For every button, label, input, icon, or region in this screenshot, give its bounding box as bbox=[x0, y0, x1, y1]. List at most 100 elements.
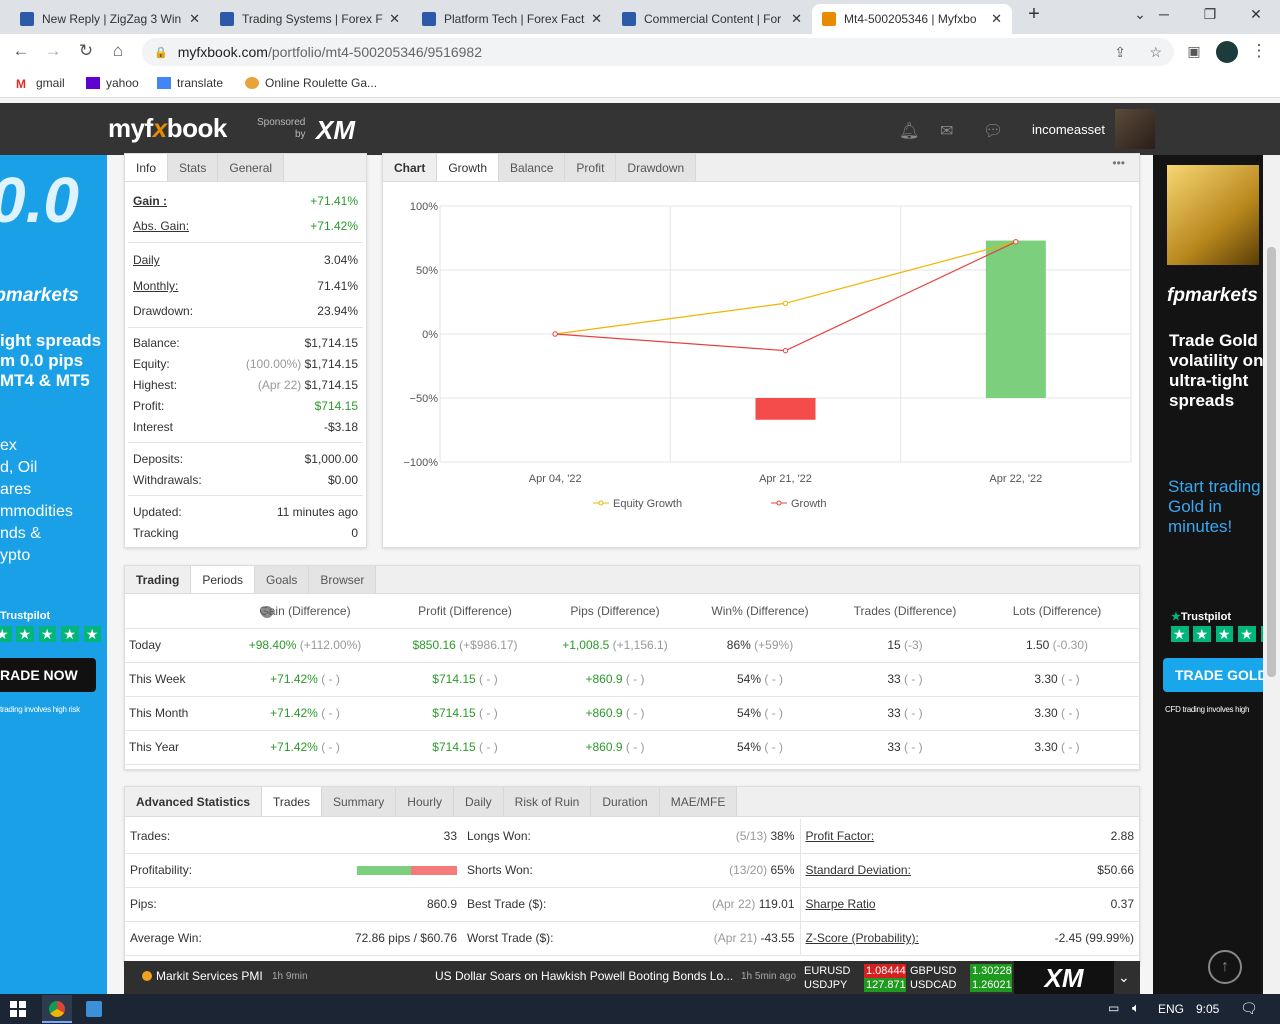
xm-logo[interactable]: XM bbox=[1014, 961, 1114, 995]
divider bbox=[128, 495, 363, 496]
browser-tab-active[interactable]: Mt4-500205346 | Myfxbo ✕ bbox=[812, 4, 1012, 34]
tab-info[interactable]: Info bbox=[125, 154, 169, 181]
language-indicator[interactable]: ENG bbox=[1158, 1002, 1184, 1016]
tab-browser[interactable]: Browser bbox=[309, 566, 377, 593]
chevron-down-icon[interactable]: ⌄ bbox=[1118, 969, 1130, 986]
close-icon[interactable]: ✕ bbox=[791, 11, 802, 27]
myfxbook-logo[interactable]: myfxbook bbox=[108, 113, 227, 144]
balance-label: Balance: bbox=[133, 335, 180, 350]
browser-tab[interactable]: Trading Systems | Forex Fa ✕ bbox=[210, 4, 410, 34]
trade-gold-button[interactable]: TRADE GOLD bbox=[1163, 658, 1263, 692]
close-icon[interactable]: ✕ bbox=[389, 11, 400, 27]
bookmark-star-icon[interactable]: ☆ bbox=[1149, 44, 1162, 61]
tab-general[interactable]: General bbox=[218, 154, 285, 181]
stat-label-link[interactable]: Z-Score (Probability): bbox=[800, 921, 1000, 956]
bookmark-yahoo[interactable]: yahoo bbox=[86, 76, 139, 90]
tab-drawdown[interactable]: Drawdown bbox=[616, 154, 697, 181]
close-icon[interactable]: ✕ bbox=[591, 11, 602, 27]
chart-options-icon[interactable]: ••• bbox=[1112, 156, 1125, 170]
browser-tab[interactable]: Commercial Content | For ✕ bbox=[612, 4, 812, 34]
stat-value-text: 72.86 pips / $60.76 bbox=[354, 931, 457, 945]
close-icon[interactable]: ✕ bbox=[991, 11, 1002, 27]
stat-label-link[interactable]: Sharpe Ratio bbox=[800, 887, 1000, 922]
profile-avatar[interactable] bbox=[1216, 41, 1238, 63]
left-ad-banner[interactable]: 0.0 fpmarkets ight spreads m 0.0 pips MT… bbox=[0, 155, 107, 995]
notification-icon[interactable]: 🗨︎ bbox=[1240, 1000, 1258, 1017]
app-taskbar-icon[interactable] bbox=[86, 1001, 102, 1017]
scroll-top-button[interactable]: ↑ bbox=[1208, 950, 1242, 984]
sidebar-icon[interactable]: ▣ bbox=[1183, 43, 1205, 60]
tab-periods[interactable]: Periods bbox=[191, 566, 256, 593]
news-ticker-bar: Markit Services PMI 1h 9min US Dollar So… bbox=[124, 961, 1140, 995]
clock[interactable]: 9:05 bbox=[1196, 1002, 1219, 1016]
bookmark-translate[interactable]: translate bbox=[157, 76, 223, 90]
stat-value: 0.37 bbox=[1000, 887, 1139, 922]
stat-label-link[interactable]: Standard Deviation: bbox=[800, 853, 1000, 888]
trades-cell-diff: (-3) bbox=[904, 638, 923, 652]
stat-label-link[interactable]: Profit Factor: bbox=[800, 819, 1000, 854]
logo-part: x bbox=[152, 113, 167, 143]
gain-cell: +71.42% ( - ) bbox=[225, 662, 385, 697]
mail-icon[interactable]: ✉ bbox=[940, 121, 953, 141]
browser-tab[interactable]: New Reply | ZigZag 3 Win ✕ bbox=[10, 4, 210, 34]
gain-label[interactable]: Gain : bbox=[133, 194, 167, 208]
tab-growth[interactable]: Growth bbox=[437, 154, 500, 181]
bell-icon[interactable]: 🔔︎ bbox=[899, 121, 919, 141]
restore-button[interactable]: ❐ bbox=[1190, 6, 1230, 23]
xm-logo[interactable]: XM bbox=[316, 115, 355, 146]
windows-start-icon[interactable] bbox=[10, 1001, 26, 1017]
username[interactable]: incomeasset bbox=[1032, 122, 1105, 137]
scrollbar-thumb[interactable] bbox=[1267, 247, 1276, 677]
network-icon[interactable]: ▭ bbox=[1108, 1001, 1119, 1015]
info-icon[interactable]: i bbox=[125, 594, 273, 629]
tab-stats[interactable]: Stats bbox=[168, 154, 219, 181]
pips-cell-diff: ( - ) bbox=[625, 740, 645, 754]
reload-icon[interactable]: ↻ bbox=[75, 41, 97, 61]
tab-duration[interactable]: Duration bbox=[591, 787, 660, 816]
url-input[interactable]: 🔒 myfxbook.com/portfolio/mt4-500205346/9… bbox=[142, 38, 1174, 66]
advanced-tabs: Advanced Statistics Trades Summary Hourl… bbox=[125, 787, 1139, 817]
tab-balance[interactable]: Balance bbox=[499, 154, 566, 181]
trade-now-button[interactable]: RADE NOW bbox=[0, 658, 96, 692]
news-item[interactable]: Markit Services PMI bbox=[156, 969, 263, 983]
news-item[interactable]: US Dollar Soars on Hawkish Powell Bootin… bbox=[435, 969, 733, 983]
tab-summary[interactable]: Summary bbox=[321, 787, 397, 816]
back-icon[interactable]: ← bbox=[10, 41, 32, 61]
trades-cell: 33 ( - ) bbox=[835, 662, 975, 697]
chat-icon[interactable]: 💬︎ bbox=[983, 121, 1003, 141]
tab-risk-of-ruin[interactable]: Risk of Ruin bbox=[503, 787, 592, 816]
tab-trades[interactable]: Trades bbox=[262, 787, 322, 816]
tab-mae-mfe[interactable]: MAE/MFE bbox=[659, 787, 738, 816]
tab-profit[interactable]: Profit bbox=[565, 154, 617, 181]
bookmark-roulette[interactable]: Online Roulette Ga... bbox=[245, 76, 377, 90]
tab-hourly[interactable]: Hourly bbox=[396, 787, 454, 816]
tab-chart: Chart bbox=[383, 154, 438, 181]
share-icon[interactable]: ⇪ bbox=[1114, 44, 1126, 61]
period-cell: This Year bbox=[125, 730, 225, 765]
bookmark-gmail[interactable]: Mgmail bbox=[16, 76, 65, 91]
tab-goals[interactable]: Goals bbox=[255, 566, 310, 593]
forexfactory-icon bbox=[220, 12, 234, 26]
col-header: Trades (Difference) bbox=[835, 594, 975, 629]
daily-label[interactable]: Daily bbox=[133, 253, 160, 267]
browser-tab[interactable]: Platform Tech | Forex Fact ✕ bbox=[412, 4, 612, 34]
close-window-button[interactable]: ✕ bbox=[1236, 6, 1276, 23]
page-scrollbar[interactable] bbox=[1263, 155, 1280, 995]
home-icon[interactable]: ⌂ bbox=[107, 41, 129, 61]
abs-gain-label[interactable]: Abs. Gain: bbox=[133, 219, 189, 233]
close-icon[interactable]: ✕ bbox=[189, 11, 200, 27]
y-tick-label: 100% bbox=[410, 201, 438, 213]
monthly-label[interactable]: Monthly: bbox=[133, 279, 178, 293]
chrome-taskbar-icon[interactable] bbox=[42, 995, 72, 1023]
tab-daily[interactable]: Daily bbox=[453, 787, 504, 816]
minimize-button[interactable]: ─ bbox=[1144, 6, 1184, 22]
forward-icon[interactable]: → bbox=[42, 41, 64, 61]
tab-title: Mt4-500205346 | Myfxbo bbox=[844, 12, 977, 26]
stat-value-text: -2.45 (99.99%) bbox=[1054, 931, 1134, 945]
avatar[interactable] bbox=[1115, 109, 1155, 149]
menu-icon[interactable]: ⋮ bbox=[1248, 41, 1270, 61]
new-tab-button[interactable]: + bbox=[1014, 3, 1054, 26]
gain-cell: +71.42% ( - ) bbox=[225, 696, 385, 731]
volume-icon[interactable]: 🔈︎ bbox=[1132, 1000, 1140, 1016]
right-ad-banner[interactable]: fpmarkets Trade Gold volatility on ultra… bbox=[1153, 155, 1263, 995]
